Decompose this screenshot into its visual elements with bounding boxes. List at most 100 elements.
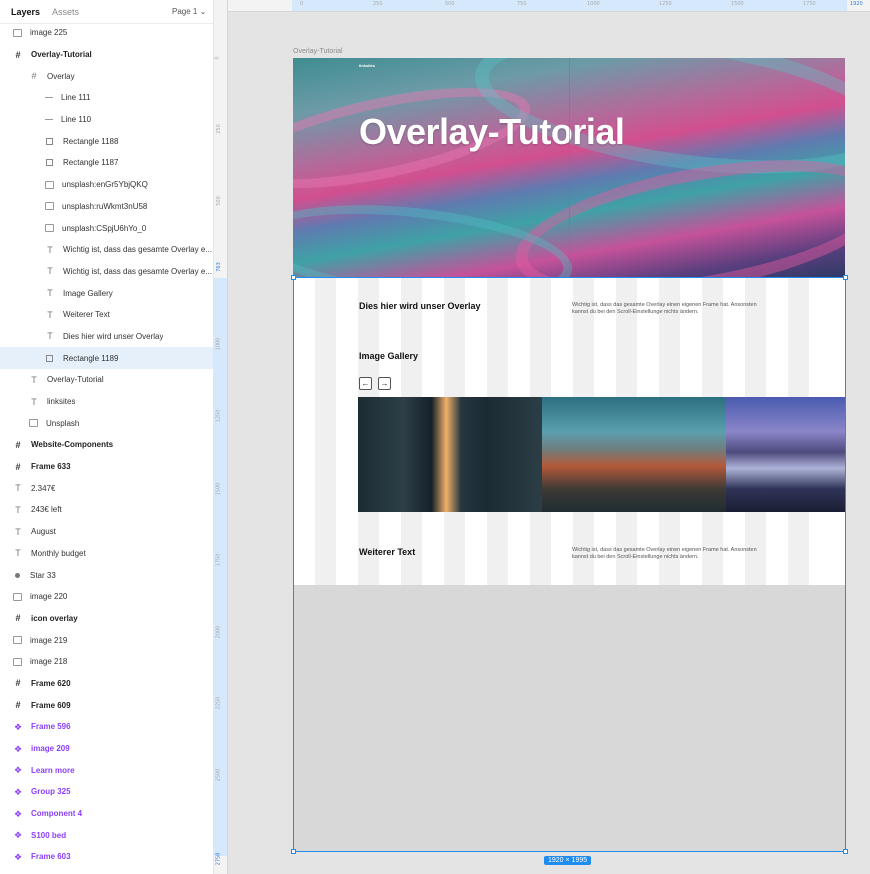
ruler-tick: 250 xyxy=(215,124,222,134)
gallery-image-mountain[interactable] xyxy=(542,397,726,512)
layer-label: Wichtig ist, dass das gesamte Overlay e.… xyxy=(63,245,212,255)
layer-label: unsplash:enGr5YbjQKQ xyxy=(62,180,148,190)
ruler-tick: 2500 xyxy=(215,768,222,782)
layer-row[interactable]: T Overlay-Tutorial xyxy=(0,369,213,391)
ruler-tick: 250 xyxy=(373,1,383,7)
design-canvas[interactable]: 0 250 500 750 1000 1250 1500 1750 1920 0… xyxy=(214,0,870,874)
layer-label: Rectangle 1189 xyxy=(63,353,119,363)
layer-label: unsplash:ruWkmt3nU58 xyxy=(62,201,148,211)
layer-row[interactable]: image 225 xyxy=(0,22,213,44)
frame-label[interactable]: Overlay-Tutorial xyxy=(293,48,343,55)
layer-row[interactable]: T 2.347€ xyxy=(0,477,213,499)
text-icon: T xyxy=(15,526,21,537)
layer-row[interactable]: T Weiterer Text xyxy=(0,304,213,326)
layer-row[interactable]: # Frame 609 xyxy=(0,694,213,716)
layer-row[interactable]: T Wichtig ist, dass das gesamte Overlay e… xyxy=(0,261,213,283)
ruler-tick: 763 xyxy=(215,262,222,272)
layer-row[interactable]: T Dies hier wird unser Overlay xyxy=(0,326,213,348)
gallery-image-lake[interactable] xyxy=(726,397,845,512)
layer-label: Overlay-Tutorial xyxy=(31,50,92,60)
tab-assets[interactable]: Assets xyxy=(52,7,79,17)
layer-row[interactable]: # Frame 633 xyxy=(0,456,213,478)
layer-row[interactable]: ❖ Frame 603 xyxy=(0,846,213,868)
layer-row[interactable]: unsplash:enGr5YbjQKQ xyxy=(0,174,213,196)
layer-row[interactable]: image 218 xyxy=(0,651,213,673)
layer-row[interactable]: ❖ Group 325 xyxy=(0,781,213,803)
layer-label: image 218 xyxy=(30,657,68,667)
gallery-image-city[interactable] xyxy=(358,397,542,512)
layer-row[interactable]: image 219 xyxy=(0,629,213,651)
layer-row[interactable]: unsplash:ruWkmt3nU58 xyxy=(0,196,213,218)
frame-icon: # xyxy=(31,71,37,82)
layer-label: linksites xyxy=(47,397,76,407)
layer-row[interactable]: unsplash:CSpjU6hYo_0 xyxy=(0,217,213,239)
layer-row[interactable]: Star 33 xyxy=(0,564,213,586)
tab-layers[interactable]: Layers xyxy=(11,7,40,17)
layer-row[interactable]: Line 111 xyxy=(0,87,213,109)
layer-label: Frame 620 xyxy=(31,678,71,688)
layer-row[interactable]: image 220 xyxy=(0,586,213,608)
layer-row[interactable]: T Image Gallery xyxy=(0,282,213,304)
layers-panel: Layers Assets Page 1 ⌄ image 225 # Overlay… xyxy=(0,0,214,874)
image-icon xyxy=(13,28,22,37)
layer-label: S100 bed xyxy=(31,830,67,840)
layer-row[interactable]: Rectangle 1187 xyxy=(0,152,213,174)
component-icon: ❖ xyxy=(13,743,23,754)
gallery-heading: Image Gallery xyxy=(359,351,419,361)
layer-label: Wichtig ist, dass das gesamte Overlay e.… xyxy=(63,266,212,276)
line-icon xyxy=(45,97,53,99)
text-icon: T xyxy=(31,396,37,407)
rectangle-icon xyxy=(46,137,53,145)
layer-row[interactable]: # Frame 620 xyxy=(0,673,213,695)
ruler-tick: 500 xyxy=(215,196,222,206)
ruler-tick: 1920 xyxy=(850,1,863,7)
page-selector[interactable]: Page 1 ⌄ xyxy=(172,7,206,16)
ruler-tick: 1250 xyxy=(659,1,672,7)
frame-icon: # xyxy=(15,461,21,472)
layer-row[interactable]: # Website-Components xyxy=(0,434,213,456)
frame-icon: # xyxy=(15,700,21,711)
frame-icon: # xyxy=(15,613,21,624)
layer-row[interactable]: T 243€ left xyxy=(0,499,213,521)
ruler-tick: 1000 xyxy=(215,337,222,351)
layer-label: Overlay xyxy=(47,71,75,81)
layer-label: Learn more xyxy=(31,765,75,775)
layer-row[interactable]: Unsplash xyxy=(0,412,213,434)
layer-row[interactable]: # icon overlay xyxy=(0,608,213,630)
further-text-paragraph: Wichtig ist, dass das gesamte Overlay ei… xyxy=(572,547,757,560)
layer-label: Frame 603 xyxy=(31,852,71,862)
layer-row[interactable]: T Wichtig ist, dass das gesamte Overlay e… xyxy=(0,239,213,261)
layer-row[interactable]: Line 110 xyxy=(0,109,213,131)
arrow-right-button[interactable]: → xyxy=(378,377,391,390)
layer-label: Frame 596 xyxy=(31,722,71,732)
layer-label: Overlay-Tutorial xyxy=(47,375,104,385)
layer-row[interactable]: # Overlay xyxy=(0,65,213,87)
layer-row[interactable]: ❖ image 209 xyxy=(0,738,213,760)
layer-row[interactable]: # Overlay-Tutorial xyxy=(0,44,213,66)
layer-row[interactable]: Rectangle 1189 xyxy=(0,347,213,369)
ruler-tick: 2000 xyxy=(215,625,222,639)
image-icon xyxy=(45,180,54,189)
layer-label: image 209 xyxy=(31,744,70,754)
layer-row[interactable]: ❖ S100 bed xyxy=(0,824,213,846)
layer-row[interactable]: Tlinksites xyxy=(0,391,213,413)
layer-row[interactable]: ❖ Component 4 xyxy=(0,803,213,825)
layer-row[interactable]: T August xyxy=(0,521,213,543)
layer-row[interactable]: T Monthly budget xyxy=(0,543,213,565)
text-icon: T xyxy=(47,309,53,320)
component-icon: ❖ xyxy=(13,808,23,819)
layer-row[interactable]: ❖ Learn more xyxy=(0,759,213,781)
guide-line xyxy=(569,58,570,277)
text-icon: T xyxy=(47,288,53,299)
ruler-tick: 0 xyxy=(214,56,221,60)
arrow-left-button[interactable]: ← xyxy=(359,377,372,390)
rectangle-icon xyxy=(46,159,53,167)
layer-row[interactable]: Rectangle 1188 xyxy=(0,130,213,152)
horizontal-ruler: 0 250 500 750 1000 1250 1500 1750 1920 xyxy=(228,0,870,12)
ruler-tick: 1750 xyxy=(803,1,816,7)
rectangle-icon xyxy=(46,354,53,362)
layer-label: icon overlay xyxy=(31,613,78,623)
layer-label: unsplash:CSpjU6hYo_0 xyxy=(62,223,147,233)
overlay-section[interactable]: Dies hier wird unser Overlay Wichtig ist… xyxy=(293,277,845,585)
layer-row[interactable]: ❖ Frame 596 xyxy=(0,716,213,738)
